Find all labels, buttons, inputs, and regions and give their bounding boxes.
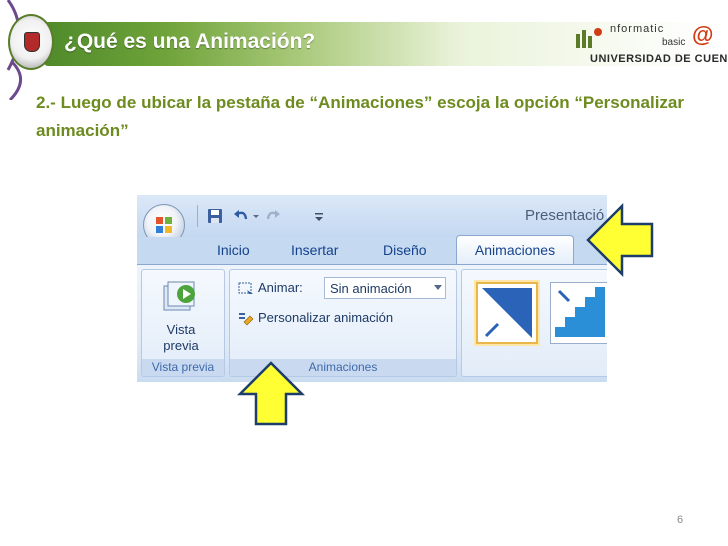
chevron-down-icon (434, 285, 442, 290)
tab-diseno[interactable]: Diseño (383, 242, 427, 258)
slide-title: ¿Qué es una Animación? (64, 30, 316, 53)
logo-text-basica: basic (662, 37, 686, 48)
page-number: 6 (677, 514, 684, 526)
office-logo-icon (156, 217, 172, 233)
preview-label-line2: previa (163, 338, 199, 353)
arrow-pointing-left-icon (586, 202, 654, 278)
tab-insertar[interactable]: Insertar (291, 242, 338, 258)
university-seal-icon (8, 14, 54, 70)
ribbon-body: Vista previa Vista previa Animar: Sin an… (137, 264, 607, 382)
logo-mark-icon (576, 28, 602, 48)
animar-dropdown-value: Sin animación (330, 281, 412, 296)
informatica-basica-logo: nformatic basic @ UNIVERSIDAD DE CUENCA (574, 20, 728, 70)
group-label-vista-previa: Vista previa (142, 359, 224, 376)
preview-button[interactable]: Vista previa (142, 322, 220, 354)
logo-text-university: UNIVERSIDAD DE CUENCA (590, 53, 728, 65)
quick-access-divider (197, 205, 198, 227)
office-ribbon-screenshot: Presentació Inicio Insertar Diseño Anima… (137, 195, 607, 382)
customize-quick-access-icon[interactable] (313, 208, 325, 224)
group-transitions (461, 269, 607, 377)
personalizar-animacion-button[interactable]: Personalizar animación (238, 310, 393, 326)
tab-inicio[interactable]: Inicio (217, 242, 250, 258)
save-icon[interactable] (207, 208, 223, 224)
arrow-pointing-up-icon (236, 361, 306, 426)
animar-icon (238, 282, 253, 296)
logo-text-informatica: nformatic (610, 23, 665, 35)
undo-dropdown-icon[interactable] (251, 208, 261, 224)
group-vista-previa: Vista previa Vista previa (141, 269, 225, 377)
custom-animation-icon (239, 312, 254, 325)
animar-label-row: Animar: (238, 280, 303, 296)
tab-animaciones-label: Animaciones (474, 242, 556, 258)
transition-wipe-icon (482, 288, 532, 338)
animar-dropdown[interactable]: Sin animación (324, 277, 446, 299)
preview-label-line1: Vista (166, 322, 196, 337)
redo-icon[interactable] (265, 208, 281, 224)
transition-stairs-icon (555, 287, 605, 337)
personalizar-animacion-label: Personalizar animación (258, 310, 394, 325)
logo-at-symbol: @ (692, 22, 714, 47)
tab-animaciones[interactable]: Animaciones (456, 235, 574, 265)
preview-icon (163, 281, 195, 311)
slide-body-text: 2.- Luego de ubicar la pestaña de “Anima… (36, 93, 684, 140)
undo-icon[interactable] (233, 208, 249, 224)
animar-label: Animar: (258, 280, 303, 295)
transition-thumbnail-2[interactable] (550, 282, 607, 344)
transition-thumbnail-1[interactable] (476, 282, 538, 344)
